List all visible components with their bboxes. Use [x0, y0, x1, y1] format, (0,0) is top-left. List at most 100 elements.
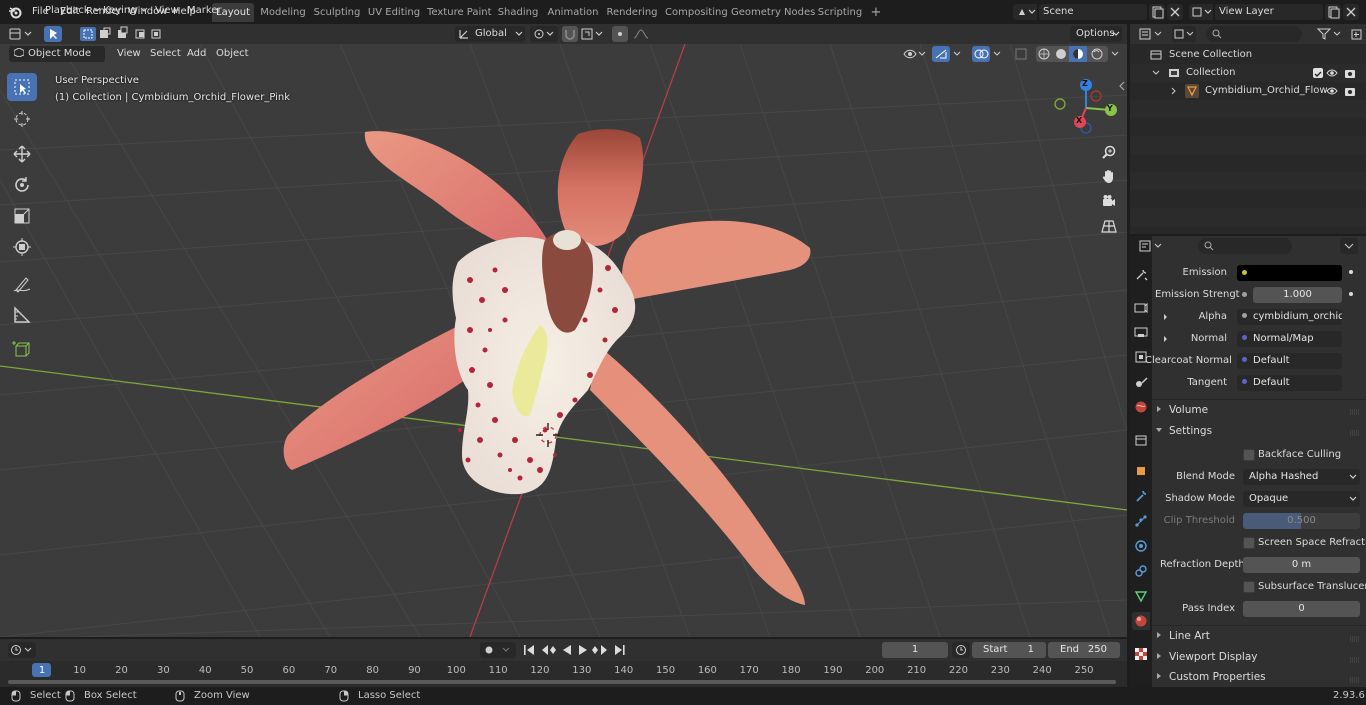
collection-exclude-checkbox[interactable]: [1313, 68, 1323, 78]
constraints-tab-icon[interactable]: [1132, 562, 1150, 580]
outliner-editor-type-icon[interactable]: [1138, 26, 1170, 42]
editor-type-icon[interactable]: [8, 26, 36, 42]
rotate-tool[interactable]: [7, 171, 37, 199]
timeline-view-menu[interactable]: View: [150, 3, 184, 19]
timeline-editor-type-icon[interactable]: [8, 642, 36, 658]
filter-icon[interactable]: [1316, 26, 1344, 42]
toggle-perspective-button[interactable]: [1098, 215, 1120, 237]
menu-object[interactable]: Object: [211, 46, 254, 62]
marker-menu[interactable]: Marker: [182, 3, 227, 19]
line-art-panel-header[interactable]: Line Art: [1155, 626, 1210, 646]
alpha-link-field[interactable]: cymbidium_orchid_g...: [1237, 309, 1342, 325]
tab-texture-paint[interactable]: Texture Paint: [427, 3, 492, 22]
scene-tab-icon[interactable]: [1132, 373, 1150, 391]
data-tab-icon[interactable]: [1132, 587, 1150, 605]
settings-panel-header[interactable]: Settings: [1155, 421, 1212, 441]
drag-handle-icon[interactable]: [1350, 407, 1360, 415]
physics-tab-icon[interactable]: [1132, 537, 1150, 555]
new-view-layer-icon[interactable]: [1325, 4, 1341, 20]
blender-logo-icon[interactable]: [8, 5, 22, 19]
scale-tool[interactable]: [7, 202, 37, 230]
outliner-collection-row[interactable]: Collection: [1130, 64, 1366, 82]
transform-tool[interactable]: [7, 233, 37, 261]
menu-view[interactable]: View: [112, 46, 146, 62]
3d-viewport[interactable]: Object Mode View Select Add Object User …: [0, 44, 1127, 637]
eye-icon[interactable]: [1326, 86, 1338, 96]
tab-sculpting[interactable]: Sculpting: [313, 3, 361, 22]
backface-culling-checkbox[interactable]: [1243, 449, 1255, 461]
outliner-search-input[interactable]: [1206, 26, 1302, 42]
menu-add[interactable]: Add: [182, 46, 211, 62]
outliner-scene-collection-row[interactable]: Scene Collection: [1130, 46, 1366, 64]
eye-icon[interactable]: [1326, 68, 1338, 78]
delete-scene-icon[interactable]: [1167, 4, 1183, 20]
refraction-depth-field[interactable]: 0 m: [1243, 557, 1360, 573]
drag-handle-icon[interactable]: [1350, 634, 1360, 642]
navigation-gizmo[interactable]: Z Y X: [1050, 74, 1122, 140]
tab-geometry-nodes[interactable]: Geometry Nodes: [731, 3, 815, 22]
render-tab-icon[interactable]: [1132, 298, 1150, 316]
properties-editor-type-icon[interactable]: [1138, 238, 1170, 254]
add-workspace-button[interactable]: +: [868, 3, 884, 22]
proportional-editing-toggle[interactable]: [612, 26, 658, 42]
clip-threshold-slider[interactable]: 0.500: [1243, 513, 1360, 529]
camera-view-button[interactable]: [1098, 190, 1120, 212]
render-camera-icon[interactable]: [1344, 85, 1356, 97]
modifier-tab-icon[interactable]: [1132, 487, 1150, 505]
emission-strength-field[interactable]: 1.000: [1237, 287, 1342, 303]
move-tool[interactable]: [7, 140, 37, 168]
tab-shading[interactable]: Shading: [495, 3, 541, 22]
tab-compositing[interactable]: Compositing: [665, 3, 728, 22]
display-mode-icon[interactable]: [1172, 26, 1196, 42]
scene-browse-icon[interactable]: [1013, 4, 1037, 20]
tab-modeling[interactable]: Modeling: [259, 3, 307, 22]
timeline-scrollbar[interactable]: [8, 680, 1116, 684]
keyframe-dot-icon[interactable]: [1349, 292, 1353, 296]
normal-link-field[interactable]: Normal/Map: [1237, 331, 1342, 347]
screen-space-refraction-checkbox[interactable]: [1243, 537, 1255, 549]
keyframe-dot-icon[interactable]: [1349, 270, 1353, 274]
scene-field[interactable]: Scene: [1039, 4, 1147, 20]
new-collection-icon[interactable]: [1350, 26, 1364, 42]
select-box-tool[interactable]: [7, 73, 37, 101]
texture-tab-icon[interactable]: [1132, 645, 1150, 663]
drag-handle-icon[interactable]: [1350, 428, 1360, 436]
shadow-mode-dropdown[interactable]: Opaque: [1243, 491, 1360, 507]
object-tab-icon[interactable]: [1132, 462, 1150, 480]
mode-dropdown[interactable]: Object Mode: [9, 46, 105, 62]
clearcoat-normal-field[interactable]: Default: [1237, 353, 1342, 369]
current-frame-field[interactable]: 1: [882, 642, 948, 658]
tab-rendering[interactable]: Rendering: [605, 3, 659, 22]
properties-options-icon[interactable]: [1340, 238, 1358, 254]
menu-select[interactable]: Select: [145, 46, 186, 62]
measure-tool[interactable]: [7, 301, 37, 329]
annotate-tool[interactable]: [7, 270, 37, 298]
zoom-view-button[interactable]: [1098, 141, 1120, 163]
snap-toggle[interactable]: [562, 26, 606, 42]
outliner-object-row[interactable]: Cymbidium_Orchid_Flow: [1130, 82, 1366, 100]
tangent-field[interactable]: Default: [1237, 375, 1342, 391]
tool-tab-icon[interactable]: [1132, 266, 1150, 284]
view-layer-browse-icon[interactable]: [1189, 4, 1213, 20]
new-scene-icon[interactable]: [1149, 4, 1165, 20]
options-dropdown[interactable]: Options: [1070, 26, 1122, 42]
delete-view-layer-icon[interactable]: [1343, 4, 1359, 20]
transform-orientation-dropdown[interactable]: Global: [455, 26, 525, 42]
preview-range-toggle[interactable]: [952, 642, 970, 658]
add-cube-tool[interactable]: [7, 335, 37, 363]
subsurface-translucency-checkbox[interactable]: [1243, 581, 1255, 593]
tab-scripting[interactable]: Scripting: [817, 3, 863, 22]
world-tab-icon[interactable]: [1132, 398, 1150, 416]
output-tab-icon[interactable]: [1132, 323, 1150, 341]
volume-panel-header[interactable]: Volume: [1155, 400, 1208, 420]
pass-index-field[interactable]: 0: [1243, 601, 1360, 617]
tab-uv-editing[interactable]: UV Editing: [367, 3, 421, 22]
collection-tab-icon[interactable]: [1132, 431, 1150, 449]
material-tab-icon[interactable]: [1132, 612, 1150, 630]
end-frame-field[interactable]: End 250: [1048, 642, 1120, 658]
custom-properties-panel-header[interactable]: Custom Properties: [1155, 667, 1266, 687]
start-frame-field[interactable]: Start 1: [972, 642, 1046, 658]
pivot-point-dropdown[interactable]: [530, 26, 558, 42]
auto-keying-toggle[interactable]: [480, 642, 516, 658]
pan-view-button[interactable]: [1098, 165, 1120, 187]
